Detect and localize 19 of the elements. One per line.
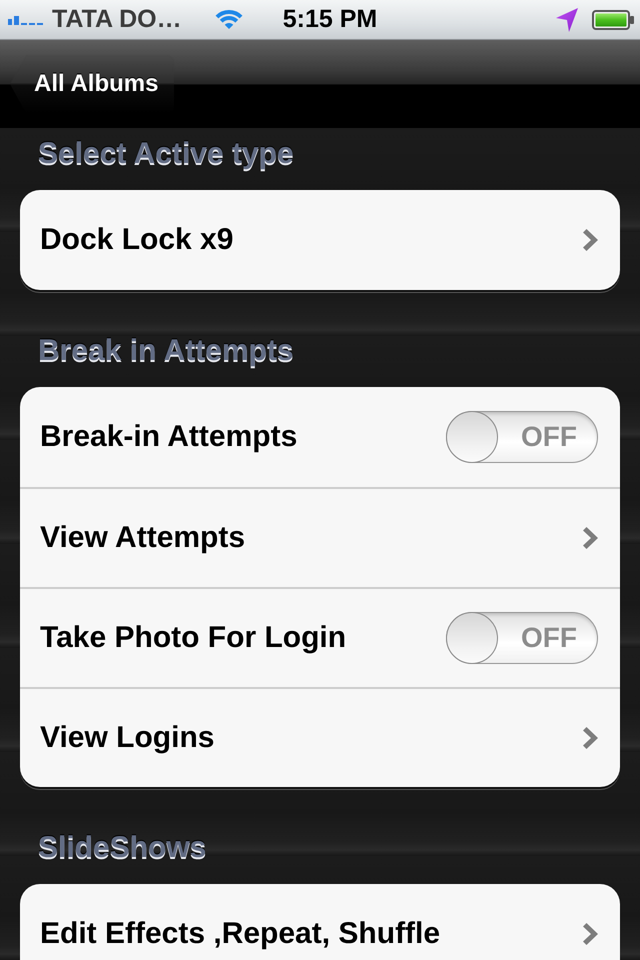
battery-icon xyxy=(592,10,634,30)
list-item[interactable]: View Logins xyxy=(20,687,620,787)
row-label: Break-in Attempts xyxy=(40,420,298,454)
section-header: Select Active type xyxy=(38,136,294,172)
location-arrow-icon xyxy=(556,8,578,32)
chevron-icon xyxy=(583,527,598,549)
time-label: 5:15 PM xyxy=(282,5,378,34)
wifi-icon xyxy=(214,10,244,30)
section-header: Break in Attempts xyxy=(38,333,294,369)
row-label: Take Photo For Login xyxy=(40,621,346,655)
chevron-icon xyxy=(583,923,598,945)
list-item[interactable]: View Attempts xyxy=(20,487,620,587)
chevron-icon xyxy=(583,229,598,251)
list-item[interactable]: Dock Lock x9 xyxy=(20,190,620,290)
signal-icon xyxy=(8,14,46,24)
chevron-icon xyxy=(583,727,598,749)
section-header: SlideShows xyxy=(38,830,206,866)
carrier-label: TATA DO… xyxy=(52,5,182,34)
list-item[interactable]: Edit Effects ,Repeat, Shuffle xyxy=(20,884,620,960)
